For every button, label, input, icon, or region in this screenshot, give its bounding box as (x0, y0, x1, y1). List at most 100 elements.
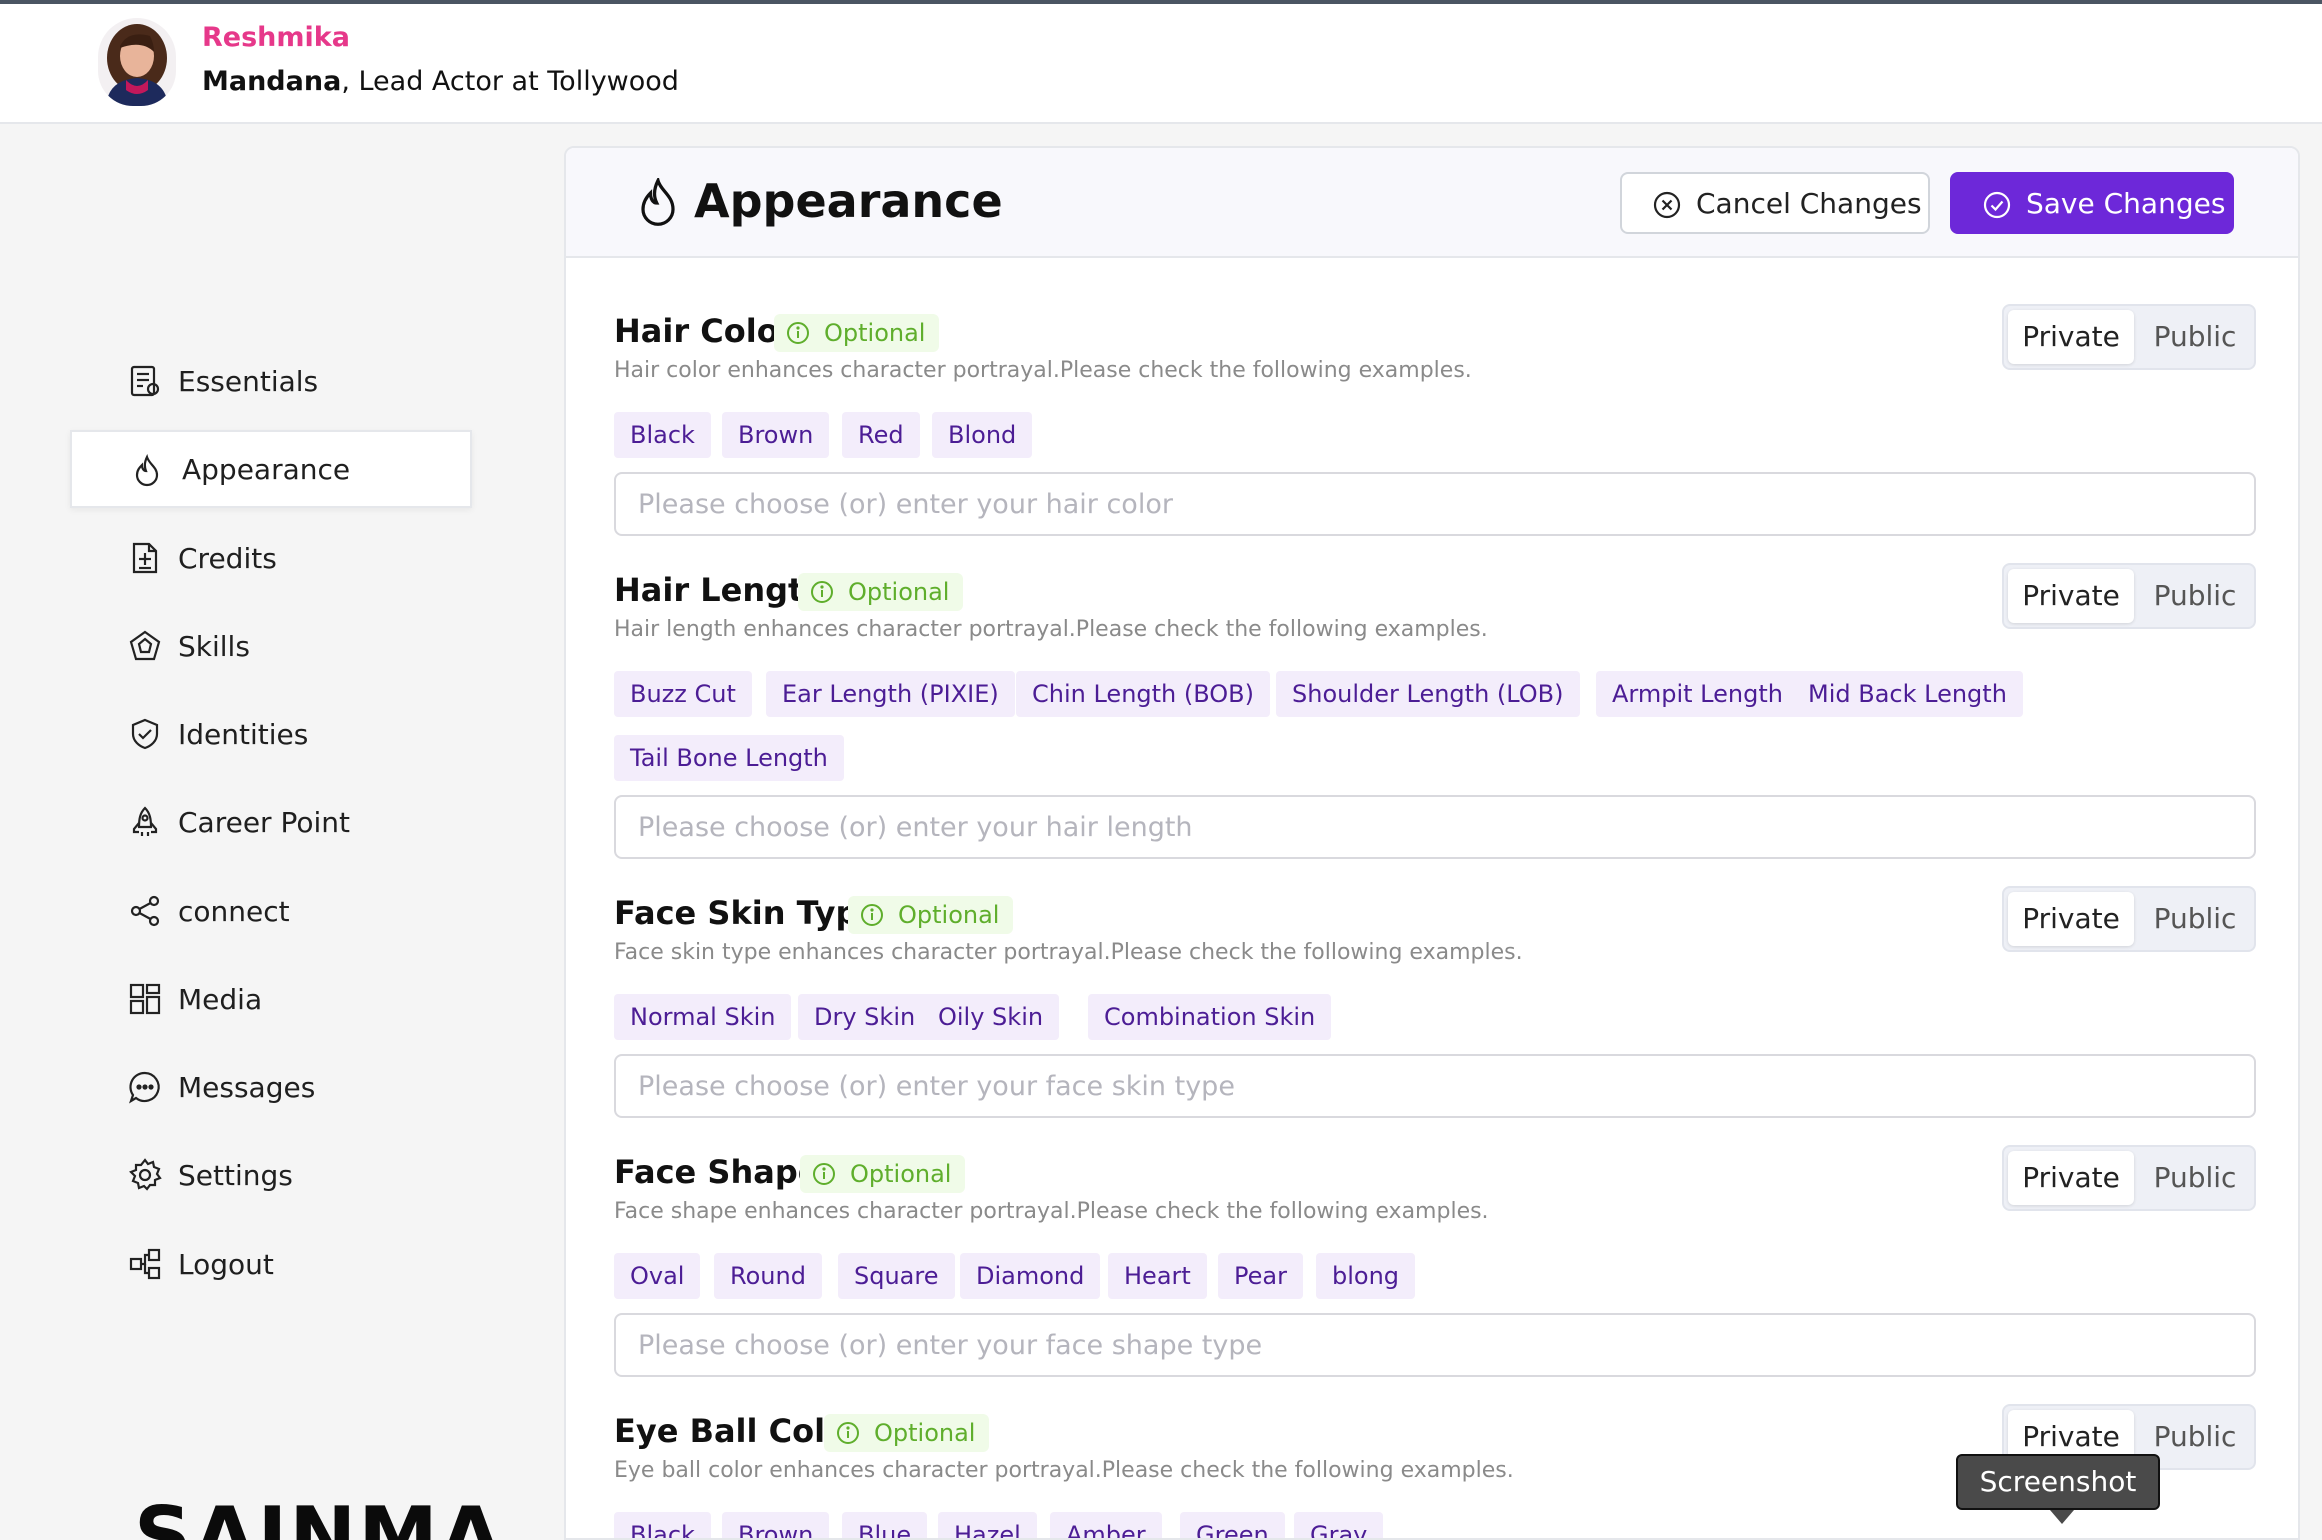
example-chip[interactable]: Pear (1218, 1253, 1303, 1299)
info-icon (861, 904, 883, 926)
example-chip[interactable]: Green (1180, 1512, 1285, 1538)
example-chip[interactable]: Combination Skin (1088, 994, 1332, 1040)
essentials-icon (130, 365, 160, 397)
sidebar-item-media[interactable]: Media (70, 960, 472, 1038)
optional-label: Optional (824, 319, 926, 347)
sidebar-item-label: Messages (178, 1070, 316, 1104)
check-circle-icon (1983, 191, 2011, 219)
sidebar-item-label: Essentials (178, 364, 319, 398)
shield-check-icon (131, 718, 159, 750)
info-icon (787, 322, 809, 344)
example-chip[interactable]: Blue (842, 1512, 928, 1538)
example-chip[interactable]: Armpit Length (1596, 671, 1799, 717)
example-chip[interactable]: Gray (1294, 1512, 1384, 1538)
example-chip[interactable]: Round (714, 1253, 822, 1299)
section-description: Face skin type enhances character portra… (614, 940, 1523, 965)
public-option[interactable]: Public (2138, 310, 2252, 364)
section-title: Face Skin Type (614, 894, 881, 932)
example-chip[interactable]: Blond (932, 412, 1033, 458)
sidebar-item-label: Logout (178, 1247, 274, 1281)
user-title: Mandana, Lead Actor at Tollywood (202, 66, 679, 97)
optional-badge: Optional (774, 314, 940, 352)
share-icon (130, 895, 160, 927)
sidebar-item-connect[interactable]: connect (70, 872, 472, 950)
flame-icon (135, 454, 159, 487)
gear-icon (129, 1158, 162, 1191)
section-description: Eye ball color enhances character portra… (614, 1458, 1514, 1483)
section-description: Face shape enhances character portrayal.… (614, 1199, 1489, 1224)
sidebar-item-settings[interactable]: Settings (70, 1136, 472, 1214)
example-chip[interactable]: Buzz Cut (614, 671, 752, 717)
section-title: Hair Color (614, 312, 795, 350)
sidebar-item-label: Appearance (182, 452, 351, 486)
user-last-name: Mandana (202, 66, 342, 97)
example-chip[interactable]: Normal Skin (614, 994, 792, 1040)
info-icon (811, 581, 833, 603)
sidebar: Essentials Appearance Credits Skills Ide… (0, 126, 560, 1540)
public-option[interactable]: Public (2138, 892, 2252, 946)
sidebar-item-label: Career Point (178, 805, 350, 839)
logout-icon (129, 1248, 161, 1280)
rocket-icon (132, 806, 158, 836)
example-chip[interactable]: Square (838, 1253, 955, 1299)
screenshot-tooltip: Screenshot (1956, 1454, 2160, 1524)
optional-badge: Optional (798, 573, 964, 611)
face-shape-input[interactable] (614, 1313, 2256, 1377)
example-chip[interactable]: Oval (614, 1253, 701, 1299)
brand-logo: SAINMA (134, 1490, 504, 1540)
sidebar-item-label: connect (178, 894, 290, 928)
public-option[interactable]: Public (2138, 1151, 2252, 1205)
save-changes-button[interactable]: Save Changes (1950, 172, 2234, 234)
example-chip[interactable]: Black (614, 412, 711, 458)
private-option[interactable]: Private (2008, 1151, 2134, 1205)
optional-badge: Optional (800, 1155, 966, 1193)
cancel-changes-button[interactable]: Cancel Changes (1620, 172, 1930, 234)
sidebar-item-identities[interactable]: Identities (70, 695, 472, 773)
sidebar-item-messages[interactable]: Messages (70, 1048, 472, 1126)
close-circle-icon (1653, 191, 1681, 219)
example-chip[interactable]: Ear Length (PIXIE) (766, 671, 1015, 717)
appearance-panel: Appearance Cancel Changes Save Changes H… (564, 146, 2300, 1540)
section-description: Hair color enhances character portrayal.… (614, 358, 1472, 383)
visibility-toggle: Private Public (2002, 1145, 2256, 1211)
sidebar-item-logout[interactable]: Logout (70, 1225, 472, 1303)
private-option[interactable]: Private (2008, 892, 2134, 946)
example-chip[interactable]: Brown (722, 412, 830, 458)
sidebar-item-appearance[interactable]: Appearance (70, 430, 472, 508)
example-chip[interactable]: Black (614, 1512, 711, 1538)
example-chip[interactable]: Chin Length (BOB) (1016, 671, 1271, 717)
example-chip[interactable]: Hazel (938, 1512, 1037, 1538)
optional-badge: Optional (848, 896, 1014, 934)
hair-length-input[interactable] (614, 795, 2256, 859)
sidebar-item-credits[interactable]: Credits (70, 519, 472, 597)
private-option[interactable]: Private (2008, 310, 2134, 364)
sidebar-item-skills[interactable]: Skills (70, 607, 472, 685)
sidebar-item-label: Skills (178, 629, 250, 663)
sidebar-item-career-point[interactable]: Career Point (70, 783, 472, 861)
avatar[interactable] (98, 18, 176, 106)
flame-icon (641, 178, 675, 226)
example-chip[interactable]: Brown (722, 1512, 830, 1538)
face-skin-type-input[interactable] (614, 1054, 2256, 1118)
example-chip[interactable]: Mid Back Length (1792, 671, 2023, 717)
example-chip[interactable]: blong (1316, 1253, 1416, 1299)
public-option[interactable]: Public (2138, 569, 2252, 623)
example-chip[interactable]: Tail Bone Length (614, 735, 844, 781)
info-icon (837, 1422, 859, 1444)
example-chip[interactable]: Oily Skin (922, 994, 1060, 1040)
optional-label: Optional (874, 1419, 976, 1447)
example-chip[interactable]: Heart (1108, 1253, 1207, 1299)
example-chip[interactable]: Diamond (960, 1253, 1101, 1299)
cancel-changes-label: Cancel Changes (1696, 186, 1922, 220)
optional-label: Optional (850, 1160, 952, 1188)
example-chip[interactable]: Red (842, 412, 920, 458)
private-option[interactable]: Private (2008, 569, 2134, 623)
hair-color-input[interactable] (614, 472, 2256, 536)
sidebar-item-essentials[interactable]: Essentials (70, 342, 472, 420)
example-chip[interactable]: Dry Skin (798, 994, 932, 1040)
optional-label: Optional (898, 901, 1000, 929)
credits-icon (132, 542, 158, 574)
example-chip[interactable]: Shoulder Length (LOB) (1276, 671, 1580, 717)
page-title: Appearance (694, 174, 1003, 228)
example-chip[interactable]: Amber (1050, 1512, 1162, 1538)
